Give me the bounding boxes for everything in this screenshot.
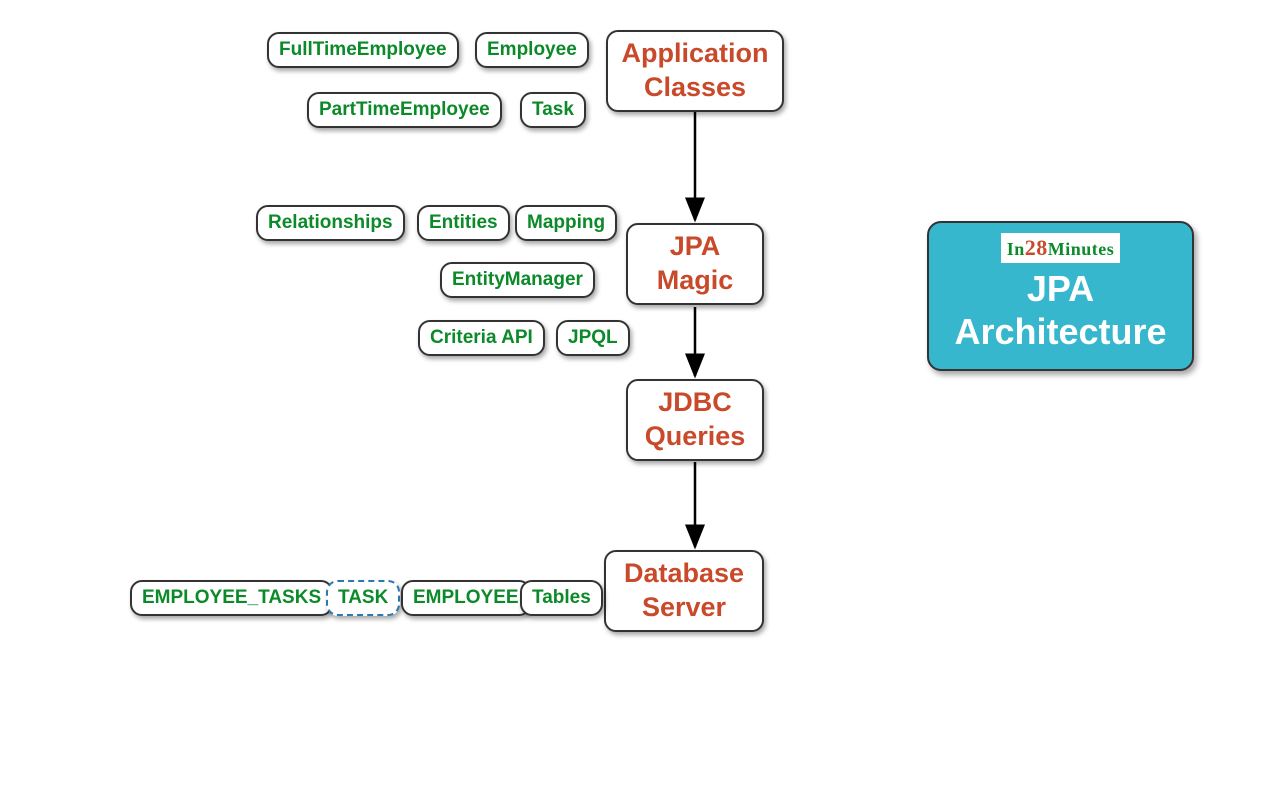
title-text: JPA Architecture bbox=[949, 267, 1172, 353]
node-criteria-api[interactable]: Criteria API bbox=[418, 320, 545, 356]
label-mapping: Mapping bbox=[527, 211, 605, 235]
node-parttime-employee[interactable]: PartTimeEmployee bbox=[307, 92, 502, 128]
label-database-server: Database Server bbox=[624, 557, 744, 625]
brand-num: 28 bbox=[1025, 235, 1048, 260]
label-tables: Tables bbox=[532, 586, 591, 610]
label-application-classes: Application Classes bbox=[622, 37, 769, 105]
node-jpa-magic[interactable]: JPA Magic bbox=[626, 223, 764, 305]
node-database-server[interactable]: Database Server bbox=[604, 550, 764, 632]
label-parttime-employee: PartTimeEmployee bbox=[319, 98, 490, 122]
label-relationships: Relationships bbox=[268, 211, 393, 235]
label-jpa-magic: JPA Magic bbox=[657, 230, 734, 298]
label-entity-manager: EntityManager bbox=[452, 268, 583, 292]
node-relationships[interactable]: Relationships bbox=[256, 205, 405, 241]
node-task-class[interactable]: Task bbox=[520, 92, 586, 128]
node-entities[interactable]: Entities bbox=[417, 205, 510, 241]
node-jpql[interactable]: JPQL bbox=[556, 320, 630, 356]
label-task-table: TASK bbox=[338, 586, 388, 610]
brand-in: In bbox=[1007, 239, 1025, 259]
label-jdbc-queries: JDBC Queries bbox=[645, 386, 746, 454]
node-task-table[interactable]: TASK bbox=[326, 580, 400, 616]
node-fulltime-employee[interactable]: FullTimeEmployee bbox=[267, 32, 459, 68]
label-employee: Employee bbox=[487, 38, 577, 62]
label-employee-tasks: EMPLOYEE_TASKS bbox=[142, 586, 321, 610]
label-employee-table: EMPLOYEE bbox=[413, 586, 519, 610]
brand-minutes: Minutes bbox=[1048, 239, 1115, 259]
label-fulltime-employee: FullTimeEmployee bbox=[279, 38, 447, 62]
label-task-class: Task bbox=[532, 98, 574, 122]
label-criteria-api: Criteria API bbox=[430, 326, 533, 350]
diagram-canvas: Application Classes JPA Magic JDBC Queri… bbox=[0, 0, 1265, 786]
node-entity-manager[interactable]: EntityManager bbox=[440, 262, 595, 298]
brand-badge: In28Minutes bbox=[1001, 233, 1121, 263]
node-employee[interactable]: Employee bbox=[475, 32, 589, 68]
label-jpql: JPQL bbox=[568, 326, 618, 350]
node-employee-tasks[interactable]: EMPLOYEE_TASKS bbox=[130, 580, 333, 616]
node-mapping[interactable]: Mapping bbox=[515, 205, 617, 241]
label-entities: Entities bbox=[429, 211, 498, 235]
node-application-classes[interactable]: Application Classes bbox=[606, 30, 784, 112]
node-tables[interactable]: Tables bbox=[520, 580, 603, 616]
node-jdbc-queries[interactable]: JDBC Queries bbox=[626, 379, 764, 461]
title-card: In28Minutes JPA Architecture bbox=[927, 221, 1194, 371]
node-employee-table[interactable]: EMPLOYEE bbox=[401, 580, 531, 616]
